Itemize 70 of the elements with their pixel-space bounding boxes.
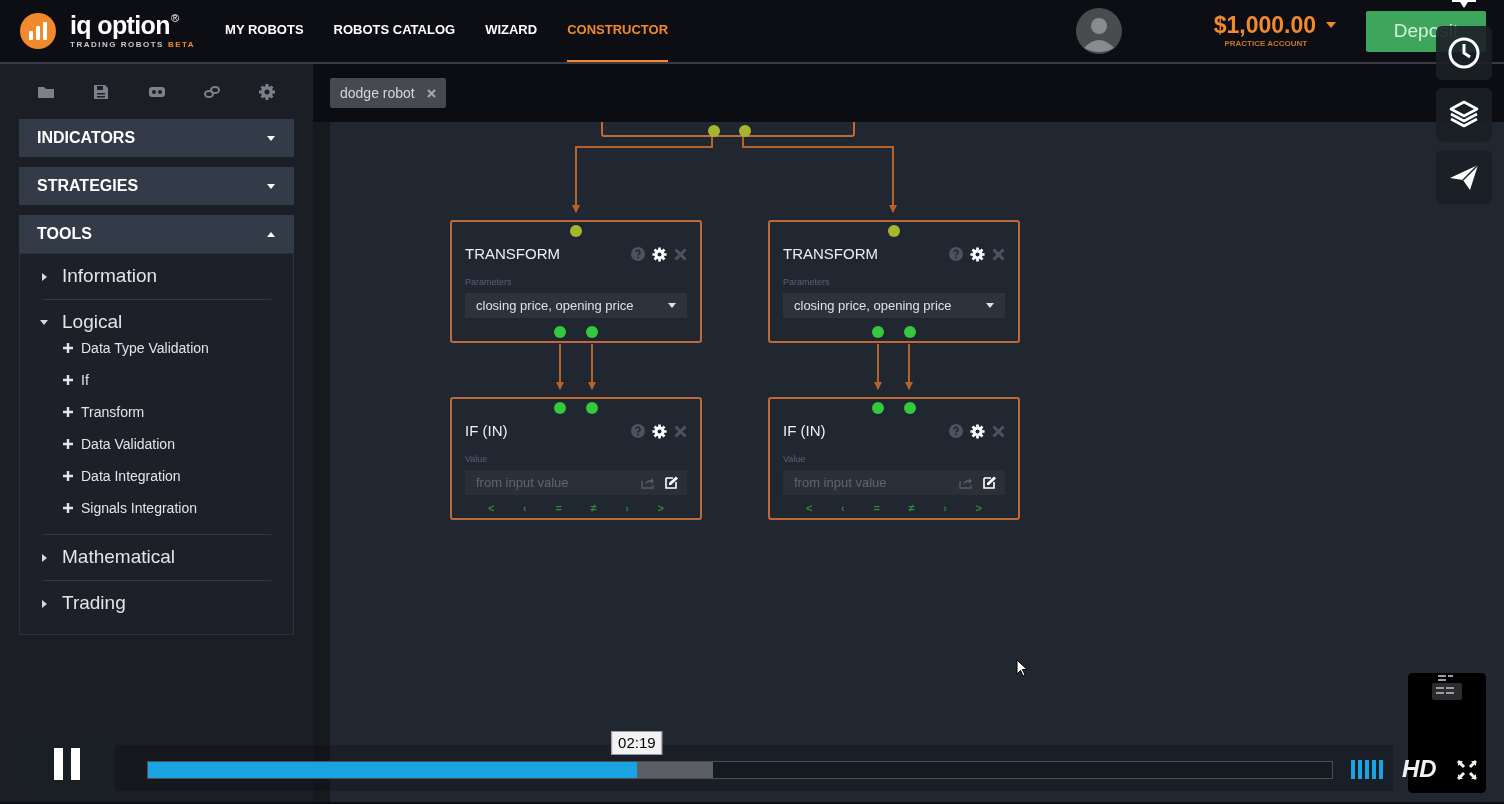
save-icon[interactable] <box>92 82 111 101</box>
expand-icon[interactable] <box>267 183 275 189</box>
balance-amount: $1,000.00 <box>1213 12 1316 38</box>
plus-icon <box>63 439 73 449</box>
section-header[interactable]: STRATEGIES <box>19 167 294 205</box>
collapse-icon[interactable] <box>40 320 48 325</box>
connector <box>556 343 564 390</box>
node-title: IF (IN) <box>465 421 508 441</box>
tree-item[interactable]: Mathematical <box>40 535 273 580</box>
tree-item[interactable]: Information <box>40 254 273 299</box>
beta-label: BETA <box>167 39 196 51</box>
nav-tab[interactable]: MY ROBOTS <box>225 0 304 62</box>
collapse-icon[interactable] <box>267 231 275 237</box>
edit-icon[interactable] <box>983 476 997 489</box>
parameters-dropdown[interactable]: closing price, opening price <box>783 293 1005 318</box>
tab[interactable]: dodge robot <box>330 78 446 108</box>
tool-item[interactable]: Transform <box>40 396 273 428</box>
section-header[interactable]: INDICATORS <box>19 119 294 157</box>
field-label: Parameters <box>783 276 830 289</box>
connector <box>588 343 596 390</box>
registered-mark: ® <box>170 11 179 24</box>
node-title: IF (IN) <box>783 421 826 441</box>
connector <box>874 343 882 390</box>
caret-icon <box>668 303 676 308</box>
plus-icon <box>63 407 73 417</box>
node-title: TRANSFORM <box>465 244 560 264</box>
expand-icon[interactable] <box>40 599 48 608</box>
operator-button[interactable]: < <box>488 502 495 514</box>
parameters-dropdown[interactable]: closing price, opening price <box>465 293 687 318</box>
progress-track[interactable] <box>147 761 1333 779</box>
logo-text: iq option <box>70 11 170 38</box>
time-tooltip: 02:19 <box>611 731 663 755</box>
field-label: Parameters <box>465 276 512 289</box>
close-icon[interactable] <box>426 88 436 98</box>
nav-tab[interactable]: ROBOTS CATALOG <box>333 0 456 62</box>
logo-subtitle: TRADING ROBOTS <box>70 39 164 51</box>
plus-icon <box>63 471 73 481</box>
nav-tab[interactable]: WIZARD <box>485 0 538 62</box>
value-field[interactable]: from input value <box>465 470 687 495</box>
plus-icon <box>63 343 73 353</box>
tool-item[interactable]: Data Validation <box>40 428 273 460</box>
account-type: PRACTICE ACCOUNT <box>1224 38 1308 50</box>
plus-icon <box>63 375 73 385</box>
plus-icon <box>63 503 73 513</box>
tool-item[interactable]: If <box>40 364 273 396</box>
avatar-icon[interactable] <box>1075 8 1122 54</box>
node-title: TRANSFORM <box>783 244 878 264</box>
tool-item[interactable]: Data Type Validation <box>40 332 273 364</box>
cursor-icon <box>1016 659 1028 677</box>
operator-button[interactable]: < <box>806 502 813 514</box>
value-field[interactable]: from input value <box>783 470 1005 495</box>
nav-tab[interactable]: CONSTRUCTOR <box>567 0 669 62</box>
caret-icon[interactable] <box>1326 22 1336 28</box>
section-header[interactable]: TOOLS <box>19 215 294 253</box>
layers-icon[interactable] <box>1436 88 1492 142</box>
edit-icon[interactable] <box>665 476 679 489</box>
tool-item[interactable]: Signals Integration <box>40 492 273 524</box>
pause-icon <box>51 748 82 780</box>
connector <box>905 343 913 390</box>
tool-item[interactable]: Data Integration <box>40 460 273 492</box>
logo-icon[interactable] <box>19 12 57 50</box>
caret-icon <box>986 303 994 308</box>
expand-icon[interactable] <box>267 135 275 141</box>
expand-icon[interactable] <box>40 272 48 281</box>
tree-item[interactable]: Trading <box>40 581 273 626</box>
volume-icon[interactable] <box>1351 760 1383 779</box>
hd-button[interactable]: HD <box>1402 757 1437 781</box>
fullscreen-icon[interactable] <box>1457 760 1477 780</box>
send-icon[interactable] <box>1436 150 1492 204</box>
expand-icon[interactable] <box>40 553 48 562</box>
